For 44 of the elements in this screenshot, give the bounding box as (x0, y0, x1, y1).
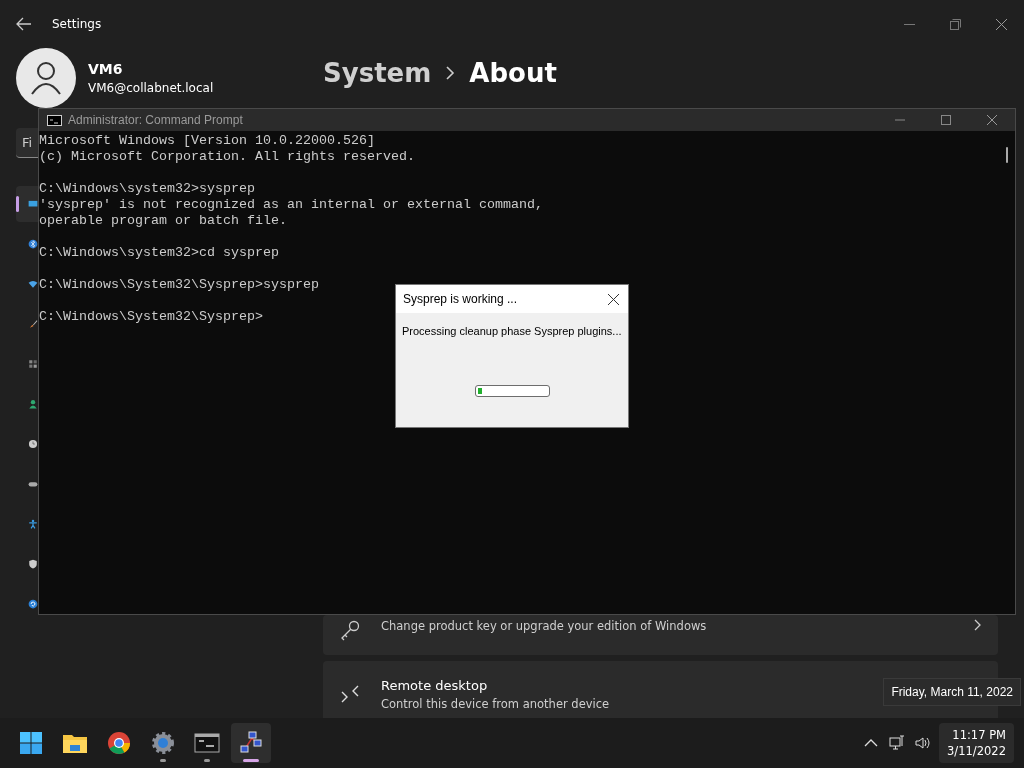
console-line: operable program or batch file. (39, 213, 288, 229)
card-subtitle: Change product key or upgrade your edition of Windows (381, 619, 707, 633)
terminal-icon (194, 733, 220, 753)
clock[interactable]: 11:17 PM 3/11/2022 (939, 723, 1014, 763)
scrollbar-thumb[interactable] (1006, 147, 1008, 163)
dialog-message: Processing cleanup phase Sysprep plugins... (401, 324, 623, 337)
console-line: C:\Windows\System32\Sysprep>sysprep (39, 277, 320, 293)
browser-icon (108, 732, 130, 754)
date-tooltip: Friday, March 11, 2022 (883, 678, 1021, 706)
gear-icon (152, 732, 174, 754)
console-line: C:\Windows\system32>cd sysprep (39, 245, 280, 261)
card-title: Remote desktop (381, 677, 488, 693)
console-line: (c) Microsoft Corporation. All rights reserved. (39, 149, 416, 165)
console-line: C:\Windows\system32>sysprep (39, 181, 256, 197)
close-icon (995, 18, 1007, 30)
dialog-title: Sysprep is working ... (403, 292, 518, 306)
close-icon (987, 115, 997, 125)
search-field[interactable]: Fi (16, 128, 38, 158)
avatar (16, 48, 76, 108)
key-icon (339, 619, 361, 641)
folder-icon (63, 735, 87, 753)
settings-card[interactable]: Change product key or upgrade your edition of Windows (323, 615, 998, 655)
terminal-icon (47, 114, 62, 126)
restore-icon (949, 18, 961, 30)
close-icon (607, 293, 619, 305)
network-computers-icon (240, 731, 262, 753)
sidebar-item[interactable] (16, 186, 38, 222)
console-line: Microsoft Windows [Version 10.0.22000.526] (39, 133, 376, 149)
window-title: Settings (52, 17, 102, 31)
user-name: VM6 (88, 61, 124, 77)
user-email: VM6@collabnet.local (88, 81, 214, 95)
console-line: C:\Windows\System32\Sysprep> (39, 309, 264, 325)
console-line: 'sysprep' is not recognized as an internal or external command, (39, 197, 544, 213)
chevron-icon (445, 66, 456, 80)
maximize-icon (941, 115, 951, 125)
remote-desktop-icon (339, 683, 361, 705)
window-title: Administrator: Command Prompt (68, 113, 243, 127)
chevron-icon (974, 619, 982, 631)
start-icon (20, 732, 42, 754)
card-subtitle: Control this device from another device (381, 696, 610, 711)
breadcrumb-item[interactable]: System (323, 58, 432, 88)
taskbar-app[interactable] (231, 723, 271, 763)
back-icon[interactable] (16, 17, 32, 31)
breadcrumb-item: About (469, 58, 557, 88)
